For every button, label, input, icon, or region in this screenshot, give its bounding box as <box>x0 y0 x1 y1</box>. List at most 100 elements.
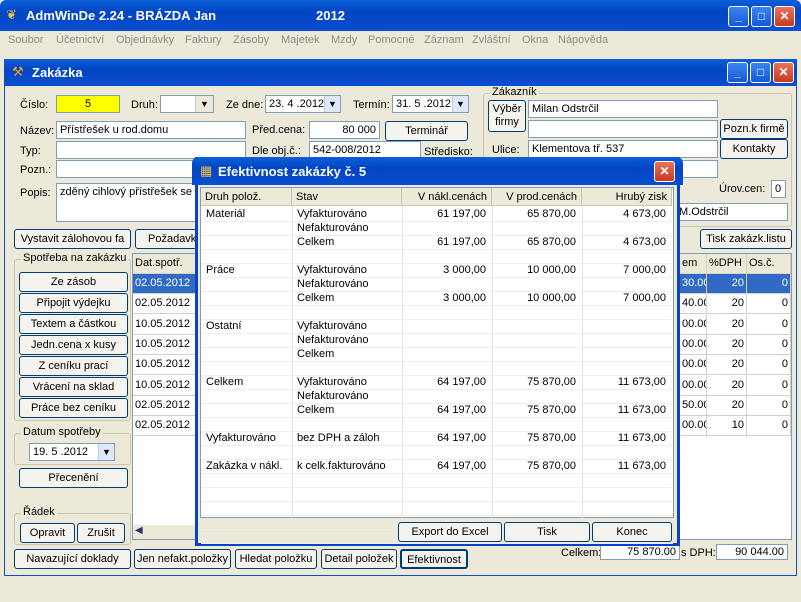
menu-napoveda[interactable]: Nápověda <box>558 34 608 46</box>
menu-faktury[interactable]: Faktury <box>185 34 222 46</box>
termin-arrow-icon[interactable]: ▼ <box>452 96 468 112</box>
termin-date[interactable]: 31. 5 .2012 ▼ <box>392 95 469 113</box>
zalohova-faktura-button[interactable]: Vystavit zálohovou fa <box>14 229 131 249</box>
vraceni-na-sklad-button[interactable]: Vrácení na sklad <box>19 377 128 397</box>
table-row[interactable]: 02.05.2012 <box>133 395 197 416</box>
menu-mzdy[interactable]: Mzdy <box>331 34 357 46</box>
hledat-polozku-button[interactable]: Hledat položku <box>235 549 317 569</box>
textem-a-castkou-button[interactable]: Textem a částkou <box>19 314 128 334</box>
table-row[interactable]: 02.05.2012 <box>133 294 197 315</box>
vyber-firmy-button[interactable]: Výběr firmy <box>488 100 526 132</box>
tisk-zakazk-listu-button[interactable]: Tisk zakázk.listu <box>700 229 792 249</box>
app-icon: ❦ <box>6 7 17 22</box>
table-row[interactable]: 02.05.2012 <box>133 416 197 437</box>
menu-ucetnictvi[interactable]: Účetnictví <box>56 34 104 46</box>
navazujici-doklady-button[interactable]: Navazující doklady <box>14 549 131 569</box>
zrusit-button[interactable]: Zrušit <box>77 523 125 543</box>
efektivnost-cell: Vyfakturováno <box>297 376 367 388</box>
row-divider <box>201 361 673 362</box>
zedne-arrow-icon[interactable]: ▼ <box>324 96 340 112</box>
efektivnost-cell: 75 870,00 <box>527 460 576 472</box>
efektivnost-table: Druh polož. Stav V nákl.cenách V prod.ce… <box>200 187 674 544</box>
efektivnost-button[interactable]: Efektivnost <box>400 549 468 569</box>
zedne-date[interactable]: 23. 4 .2012 ▼ <box>265 95 341 113</box>
zakazka-icon: ⚒ <box>12 64 24 79</box>
cislo-field[interactable]: 5 <box>56 95 120 113</box>
table-cell: 20 <box>707 294 747 315</box>
nazev-field[interactable]: Přístřešek u rod.domu <box>56 121 246 139</box>
prace-bez-ceniku-button[interactable]: Práce bez ceníku <box>19 398 128 418</box>
druh-arrow-icon[interactable]: ▼ <box>195 96 213 112</box>
opravit-button[interactable]: Opravit <box>20 523 75 543</box>
efektivnost-cell: Ostatní <box>206 320 242 332</box>
col-stav-header: Stav <box>292 188 402 206</box>
pripojit-vydejku-button[interactable]: Připojit výdejku <box>19 293 128 313</box>
minimize-icon[interactable]: _ <box>728 6 749 27</box>
efektivnost-cell: Vyfakturováno <box>297 264 367 276</box>
zakaznik-name2-field[interactable] <box>528 120 718 138</box>
menu-objednavky[interactable]: Objednávky <box>116 34 174 46</box>
urov-field[interactable]: 0 <box>771 180 786 198</box>
table-cell: 0 <box>747 294 791 315</box>
menu-zasoby[interactable]: Zásoby <box>233 34 269 46</box>
detail-polozek-button[interactable]: Detail položek <box>321 549 397 569</box>
efektivnost-cell: 61 197,00 <box>437 208 486 220</box>
zakaznik-short-field[interactable]: M.Odstrčil <box>675 203 788 221</box>
grid-hscrollbar[interactable]: ◀ <box>133 525 197 539</box>
preceneni-button[interactable]: Přecenění <box>19 468 128 488</box>
efektivnost-cell: Nefakturováno <box>297 278 369 290</box>
row-divider <box>201 543 673 544</box>
row-divider <box>201 333 673 334</box>
datum-arrow-icon[interactable]: ▼ <box>98 444 114 460</box>
col-zisk-header: Hrubý zisk <box>582 188 672 206</box>
popis-field[interactable]: zděný cihlový přístřešek se s <box>56 183 196 222</box>
zakaznik-name-field[interactable]: Milan Odstrčil <box>528 100 718 118</box>
row-divider <box>201 389 673 390</box>
druh-combo[interactable]: ▼ <box>160 95 214 113</box>
scroll-left-icon[interactable]: ◀ <box>135 525 143 536</box>
menu-okna[interactable]: Okna <box>522 34 548 46</box>
table-cell: 40.00 <box>680 294 707 315</box>
tisk-button[interactable]: Tisk <box>504 522 590 542</box>
menu-soubor[interactable]: Soubor <box>8 34 43 46</box>
zedne-label: Ze dne: <box>226 99 264 111</box>
table-row[interactable]: 10.05.2012 <box>133 314 197 335</box>
pozn-firme-button[interactable]: Pozn.k firmě <box>720 119 788 139</box>
jedn-cena-x-kusy-button[interactable]: Jedn.cena x kusy <box>19 335 128 355</box>
terminar-button[interactable]: Terminář <box>385 121 468 141</box>
table-row[interactable]: 02.05.2012 <box>133 274 197 294</box>
efektivnost-cell: 11 673,00 <box>617 376 666 388</box>
pozn-field[interactable] <box>56 160 196 178</box>
efektivnost-cell: Celkem <box>297 348 335 360</box>
kontakty-button[interactable]: Kontakty <box>720 139 788 159</box>
z-ceniku-praci-button[interactable]: Z ceníku prací <box>19 356 128 376</box>
maximize-icon[interactable]: □ <box>751 6 772 27</box>
pozadavek-button[interactable]: Požadavk <box>135 229 197 249</box>
child-close-icon[interactable]: ✕ <box>773 62 794 83</box>
dialog-close-icon[interactable]: ✕ <box>654 161 675 182</box>
efektivnost-cell: 3 000,00 <box>443 264 486 276</box>
close-icon[interactable]: ✕ <box>774 6 795 27</box>
export-excel-button[interactable]: Export do Excel <box>398 522 502 542</box>
ze-zasob-button[interactable]: Ze zásob <box>19 272 128 292</box>
table-row[interactable]: 10.05.2012 <box>133 375 197 396</box>
predcena-field[interactable]: 80 000 <box>309 121 380 139</box>
konec-button[interactable]: Konec <box>592 522 672 542</box>
menu-zvlastni[interactable]: Zvláštní <box>472 34 511 46</box>
table-row[interactable]: 10.05.2012 <box>133 355 197 376</box>
child-maximize-icon[interactable]: □ <box>750 62 771 83</box>
table-row[interactable]: 10.05.2012 <box>133 334 197 355</box>
efektivnost-cell: Vyfakturováno <box>297 320 367 332</box>
datum-spotreby-field[interactable]: 19. 5 .2012 ▼ <box>29 443 115 461</box>
ulice-field[interactable]: Klementova tř. 537 <box>528 140 718 158</box>
spotreba-group-label: Spotřeba na zakázku <box>21 252 129 264</box>
menu-majetek[interactable]: Majetek <box>281 34 320 46</box>
jen-nefakt-polozky-button[interactable]: Jen nefakt.položky <box>134 549 231 569</box>
pozn-label: Pozn.: <box>20 164 52 176</box>
psc-field[interactable] <box>680 160 718 178</box>
child-minimize-icon[interactable]: _ <box>727 62 748 83</box>
menu-pomocne[interactable]: Pomocné <box>368 34 414 46</box>
grid-head-dph: %DPH <box>707 254 747 274</box>
zakaznik-group-label: Zákazník <box>490 86 539 98</box>
menu-zaznam[interactable]: Záznam <box>424 34 464 46</box>
